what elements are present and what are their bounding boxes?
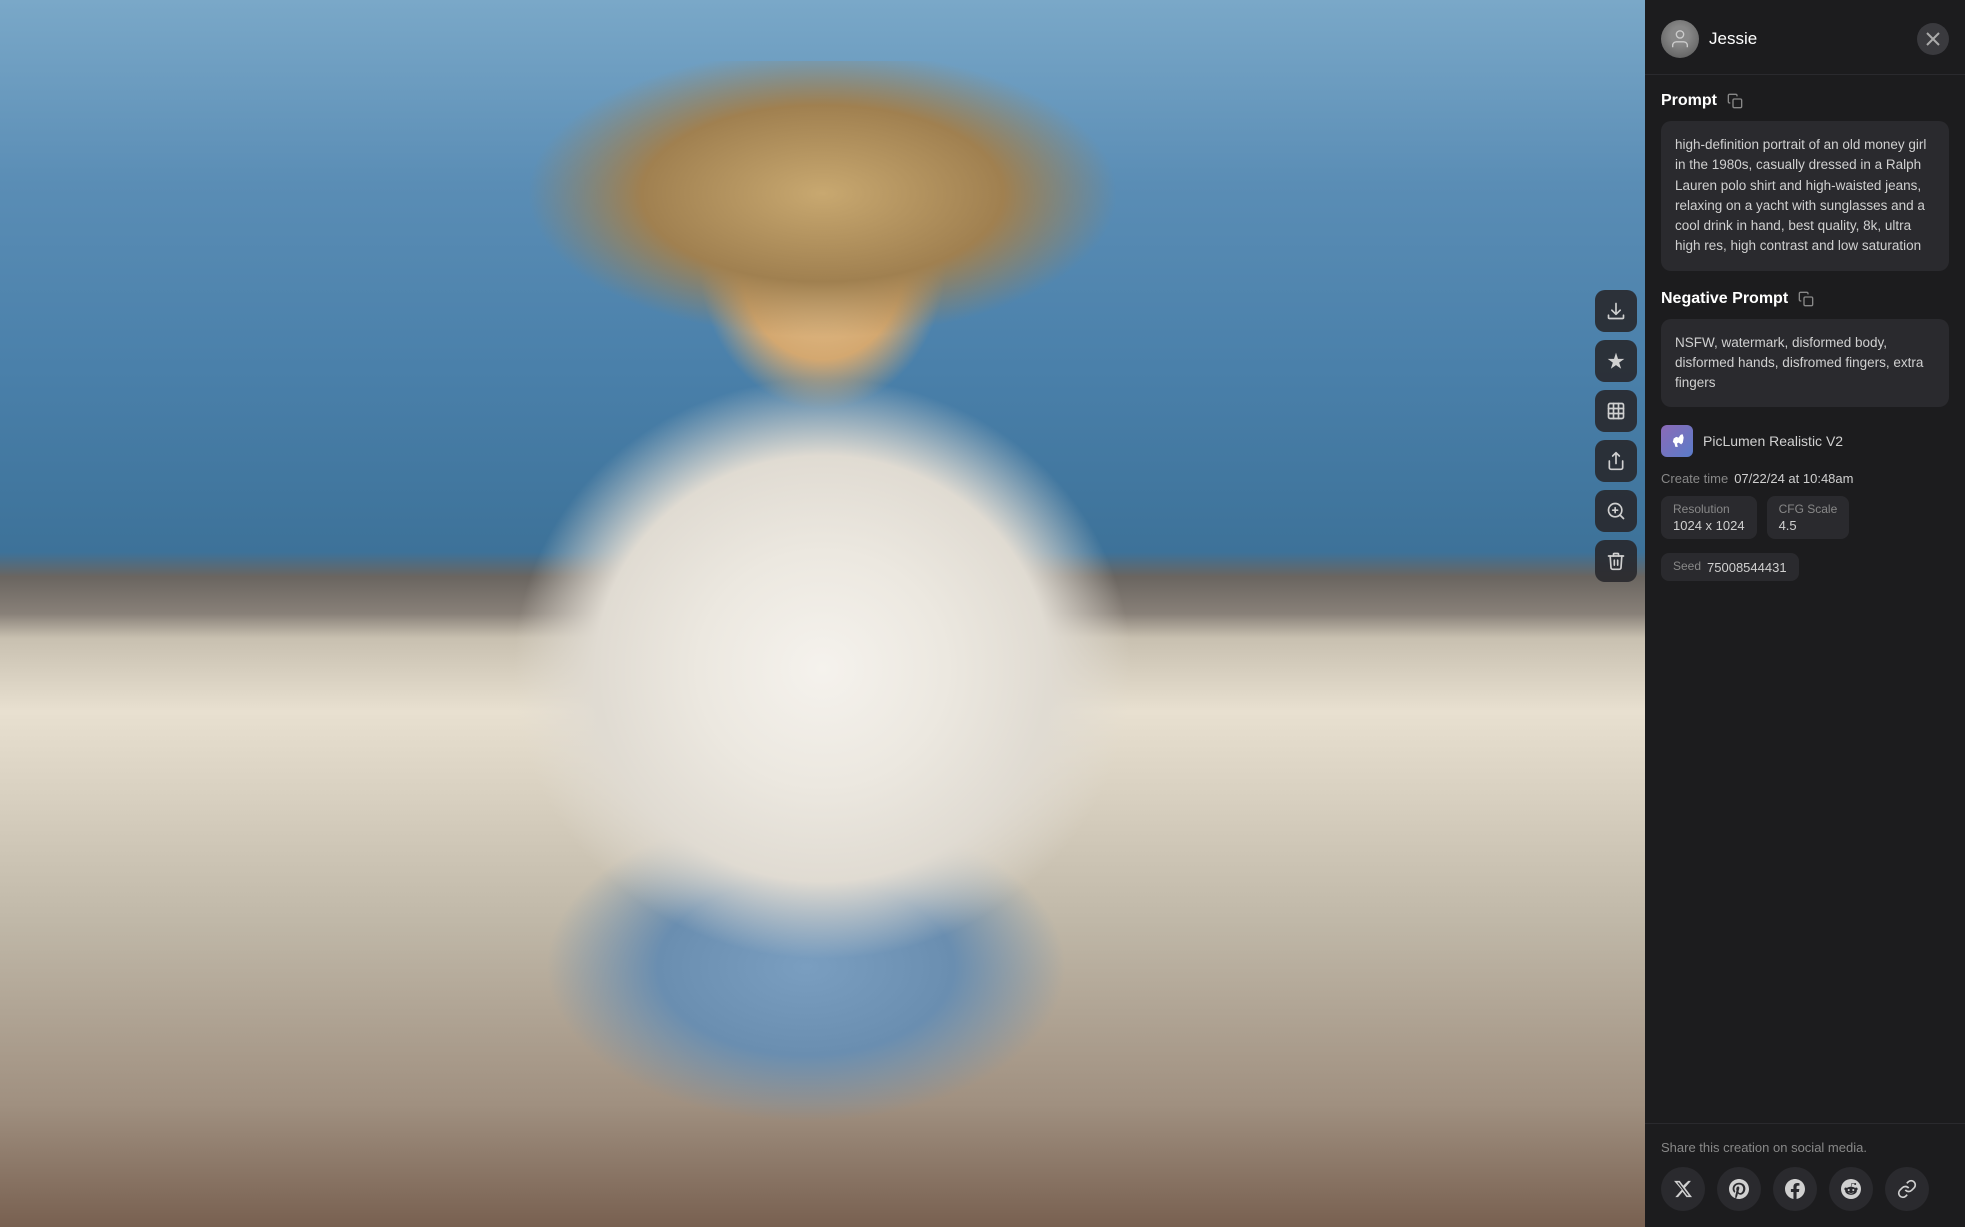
seed-label: Seed xyxy=(1673,559,1701,573)
cfg-scale-label: CFG Scale xyxy=(1779,502,1838,516)
delete-button[interactable] xyxy=(1595,540,1637,582)
zoom-button[interactable] xyxy=(1595,490,1637,532)
avatar-image xyxy=(1661,20,1699,58)
cfg-scale-value: 4.5 xyxy=(1779,518,1838,533)
resolution-label: Resolution xyxy=(1673,502,1745,516)
seed-value: 75008544431 xyxy=(1707,560,1787,575)
copy-negative-prompt-button[interactable] xyxy=(1796,289,1816,309)
user-info: Jessie xyxy=(1661,20,1757,58)
share-title: Share this creation on social media. xyxy=(1661,1140,1949,1155)
close-button[interactable] xyxy=(1917,23,1949,55)
sidebar-header: Jessie xyxy=(1645,0,1965,75)
magic-button[interactable] xyxy=(1595,340,1637,382)
negative-prompt-text: NSFW, watermark, disformed body, disform… xyxy=(1661,319,1949,408)
download-icon xyxy=(1606,301,1626,321)
trash-icon xyxy=(1606,551,1626,571)
negative-prompt-label: Negative Prompt xyxy=(1661,290,1788,308)
share-icons xyxy=(1661,1167,1949,1211)
share-image-icon xyxy=(1606,451,1626,471)
sidebar: Jessie Prompt high-definition portrait o… xyxy=(1645,0,1965,1227)
copy-prompt-button[interactable] xyxy=(1725,91,1745,111)
sparkle-icon xyxy=(1606,351,1626,371)
share-pinterest-button[interactable] xyxy=(1717,1167,1761,1211)
sidebar-content: Prompt high-definition portrait of an ol… xyxy=(1645,75,1965,1123)
share-reddit-button[interactable] xyxy=(1829,1167,1873,1211)
model-icon-inner xyxy=(1661,425,1693,457)
create-time-value: 07/22/24 at 10:48am xyxy=(1734,471,1853,486)
share-facebook-button[interactable] xyxy=(1773,1167,1817,1211)
share-section: Share this creation on social media. xyxy=(1645,1123,1965,1227)
extend-icon xyxy=(1606,401,1626,421)
prompt-text: high-definition portrait of an old money… xyxy=(1661,121,1949,271)
seed-tag: Seed 75008544431 xyxy=(1661,553,1799,581)
main-photo xyxy=(0,0,1645,1227)
create-time-row: Create time 07/22/24 at 10:48am xyxy=(1661,471,1949,486)
model-row: PicLumen Realistic V2 xyxy=(1661,425,1949,457)
prompt-section-header: Prompt xyxy=(1661,91,1949,111)
image-area xyxy=(0,0,1645,1227)
create-time-label: Create time xyxy=(1661,471,1728,486)
avatar xyxy=(1661,20,1699,58)
resolution-value: 1024 x 1024 xyxy=(1673,518,1745,533)
tags-row: Resolution 1024 x 1024 CFG Scale 4.5 xyxy=(1661,496,1949,539)
cfg-scale-tag: CFG Scale 4.5 xyxy=(1767,496,1850,539)
share-link-button[interactable] xyxy=(1885,1167,1929,1211)
share-image-button[interactable] xyxy=(1595,440,1637,482)
model-name: PicLumen Realistic V2 xyxy=(1703,433,1843,449)
zoom-icon xyxy=(1606,501,1626,521)
prompt-label: Prompt xyxy=(1661,92,1717,110)
extend-button[interactable] xyxy=(1595,390,1637,432)
resolution-tag: Resolution 1024 x 1024 xyxy=(1661,496,1757,539)
model-icon xyxy=(1661,425,1693,457)
share-x-button[interactable] xyxy=(1661,1167,1705,1211)
negative-prompt-section-header: Negative Prompt xyxy=(1661,289,1949,309)
download-button[interactable] xyxy=(1595,290,1637,332)
username: Jessie xyxy=(1709,29,1757,49)
